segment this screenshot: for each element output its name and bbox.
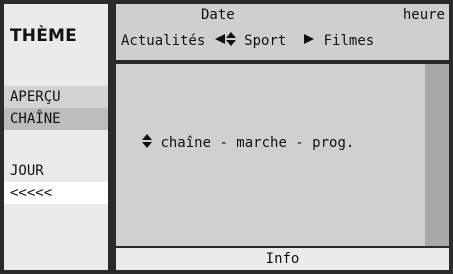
menu-item-chaine[interactable]: CHAÎNE <box>4 108 108 130</box>
date-label: Date <box>201 7 235 23</box>
main-panel: chaîne - marche - prog. <box>116 64 449 246</box>
navigation-hint: chaîne - marche - prog. <box>142 134 354 152</box>
menu-item-apercu[interactable]: APERÇU <box>4 86 108 108</box>
left-triangle-icon[interactable] <box>214 33 226 49</box>
info-bar[interactable]: Info <box>116 248 449 270</box>
menu-item-jour[interactable]: JOUR <box>4 160 108 182</box>
category-sport[interactable]: Sport <box>244 33 286 49</box>
category-filmes[interactable]: Filmes <box>324 33 375 49</box>
navigation-hint-text: chaîne - marche - prog. <box>160 135 355 151</box>
up-down-arrow-icon[interactable] <box>225 32 236 50</box>
header: Date heure Actualités Sport Filmes <box>116 4 449 60</box>
category-row: Actualités Sport Filmes <box>121 32 374 50</box>
scrollbar[interactable] <box>425 64 449 246</box>
category-actualites[interactable]: Actualités <box>121 33 205 49</box>
heure-label: heure <box>402 7 445 23</box>
right-triangle-icon[interactable] <box>303 33 315 49</box>
sidebar: THÈME APERÇU CHAÎNE JOUR <<<<< <box>4 4 108 270</box>
theme-title: THÈME <box>10 26 77 46</box>
tv-guide-window: THÈME APERÇU CHAÎNE JOUR <<<<< Date heur… <box>4 4 449 270</box>
back-button[interactable]: <<<<< <box>4 182 108 204</box>
up-down-arrow-icon <box>142 134 152 152</box>
